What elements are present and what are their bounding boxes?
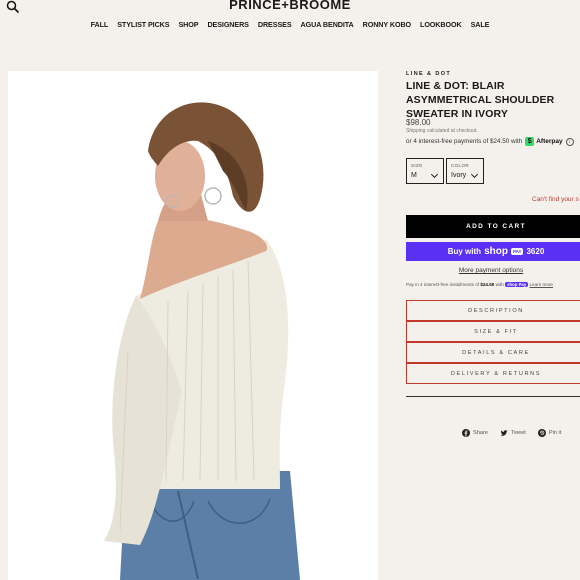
installments-prefix: Pay in 4 interest-free installments of xyxy=(406,282,480,287)
share-pinterest[interactable]: Pin it xyxy=(537,429,562,437)
installments-with: with xyxy=(495,282,504,287)
color-label: COLOR xyxy=(451,163,470,168)
installments-amount: $24.50 xyxy=(480,282,495,287)
share-label: Share xyxy=(473,430,488,436)
afterpay-text: or 4 interest-free payments of $24.50 wi… xyxy=(406,138,523,145)
shop-pay-button[interactable]: Buy with shop PAY 3620 xyxy=(406,242,580,261)
accordion-size-fit[interactable]: SIZE & FIT xyxy=(406,321,580,342)
accordion-delivery-returns[interactable]: DELIVERY & RETURNS xyxy=(406,363,580,384)
nav-item-sale[interactable]: SALE xyxy=(471,20,490,29)
card-badge-icon: PAY xyxy=(510,248,524,255)
more-payment-options-link[interactable]: More payment options xyxy=(406,267,576,274)
share-twitter[interactable]: Tweet xyxy=(500,429,526,437)
size-value: M xyxy=(411,172,417,179)
color-value: Ivory xyxy=(451,172,467,179)
afterpay-row: or 4 interest-free payments of $24.50 wi… xyxy=(406,137,574,146)
color-select[interactable]: COLOR Ivory xyxy=(446,158,484,184)
size-select[interactable]: SIZE M xyxy=(406,158,444,184)
nav-item-dresses[interactable]: DRESSES xyxy=(258,20,292,29)
product-brand[interactable]: LINE & DOT xyxy=(406,71,451,77)
nav-item-ronny-kobo[interactable]: RONNY KOBO xyxy=(363,20,411,29)
installments-note: Pay in 4 interest-free installments of $… xyxy=(406,282,553,287)
shop-pay-logo-icon: shop Pay xyxy=(505,282,529,287)
nav-item-agua-bendita[interactable]: AGUA BENDITA xyxy=(301,20,354,29)
shoppay-card-number: 3620 xyxy=(526,247,545,256)
site-logo[interactable]: PRINCE+BROOME xyxy=(0,0,580,12)
twitter-icon xyxy=(500,430,508,436)
facebook-icon xyxy=(462,429,470,437)
chevron-down-icon xyxy=(470,170,479,179)
add-to-cart-button[interactable]: ADD TO CART xyxy=(406,215,580,238)
share-row: Share Tweet Pin it xyxy=(462,429,561,437)
shoppay-prefix: Buy with xyxy=(447,247,482,256)
afterpay-logo-icon: $ xyxy=(525,137,535,146)
learn-more-link[interactable]: Learn more xyxy=(530,282,554,287)
divider xyxy=(406,396,580,397)
main-nav: FALL STYLIST PICKS SHOP DESIGNERS DRESSE… xyxy=(0,20,580,29)
pinterest-icon xyxy=(537,429,546,437)
size-label: SIZE xyxy=(411,163,423,168)
accordion-details-care[interactable]: DETAILS & CARE xyxy=(406,342,580,363)
nav-item-stylist-picks[interactable]: STYLIST PICKS xyxy=(117,20,169,29)
accordion-description[interactable]: DESCRIPTION xyxy=(406,300,580,321)
nav-item-designers[interactable]: DESIGNERS xyxy=(207,20,249,29)
afterpay-name: Afterpay xyxy=(536,138,563,145)
info-icon[interactable]: i xyxy=(565,137,574,146)
chevron-down-icon xyxy=(430,170,439,179)
nav-item-lookbook[interactable]: LOOKBOOK xyxy=(420,20,462,29)
shipping-note: Shipping calculated at checkout. xyxy=(406,128,478,134)
size-help-link[interactable]: Can't find your s xyxy=(532,196,579,203)
nav-item-fall[interactable]: FALL xyxy=(91,20,109,29)
share-label: Pin it xyxy=(548,430,562,436)
product-title: LINE & DOT: BLAIR ASYMMETRICAL SHOULDER … xyxy=(406,80,555,120)
share-facebook[interactable]: Share xyxy=(462,429,488,437)
nav-item-shop[interactable]: SHOP xyxy=(178,20,198,29)
shoppay-brand: shop xyxy=(484,246,508,257)
product-image[interactable] xyxy=(8,71,378,580)
share-label: Tweet xyxy=(510,430,526,436)
product-price: $98.00 xyxy=(406,118,431,127)
